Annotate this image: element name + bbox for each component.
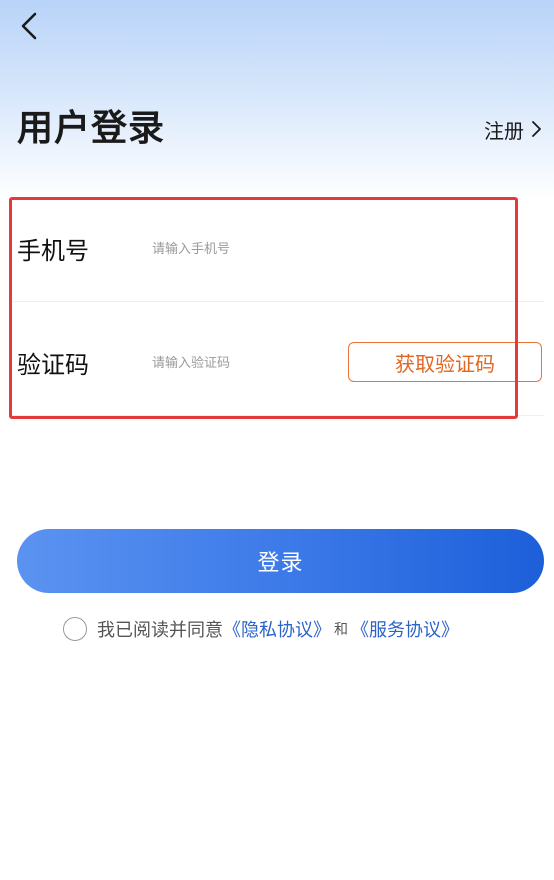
phone-label: 手机号 [17, 237, 89, 265]
agreement-row: 我已阅读并同意 《隐私协议》 和 《服务协议》 [63, 614, 459, 644]
code-input[interactable] [150, 348, 344, 378]
chevron-right-icon [532, 121, 541, 137]
get-code-button[interactable]: 获取验证码 [348, 342, 542, 382]
row-divider [12, 415, 544, 416]
phone-input[interactable] [150, 234, 344, 264]
agreement-and: 和 [334, 622, 348, 638]
chevron-left-icon [21, 12, 37, 40]
page-title: 用户登录 [17, 108, 166, 149]
header-background [0, 0, 554, 200]
code-label: 验证码 [17, 351, 89, 379]
register-link[interactable]: 注册 [484, 114, 542, 144]
agreement-checkbox[interactable] [63, 617, 87, 641]
service-agreement-link[interactable]: 《服务协议》 [351, 616, 459, 642]
agreement-text: 我已阅读并同意 [97, 620, 223, 641]
login-button[interactable]: 登录 [17, 529, 544, 593]
register-label: 注册 [484, 118, 524, 143]
privacy-policy-link[interactable]: 《隐私协议》 [223, 616, 331, 642]
row-divider [12, 301, 544, 302]
back-button[interactable] [14, 8, 48, 44]
